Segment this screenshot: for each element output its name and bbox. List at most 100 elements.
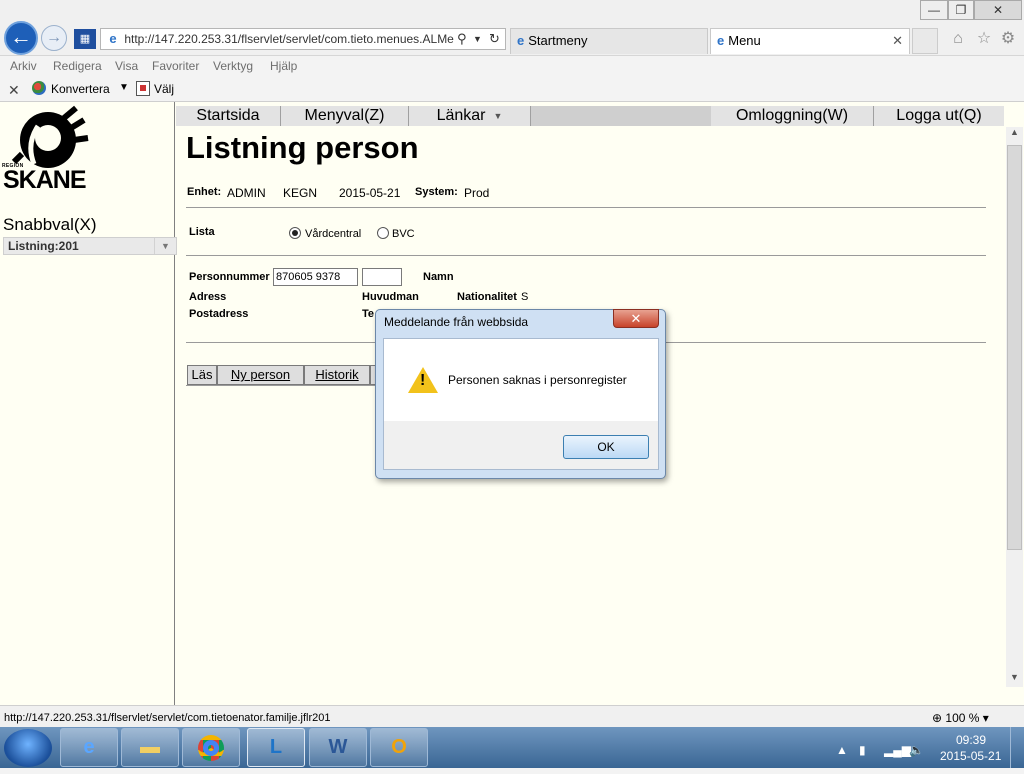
radio-bvc[interactable] bbox=[377, 227, 389, 239]
tray-expand-icon[interactable]: ▲ bbox=[836, 743, 848, 757]
dialog-message: Personen saknas i personregister bbox=[448, 373, 627, 387]
personnummer-input[interactable] bbox=[273, 268, 358, 286]
ie-taskbar-icon[interactable]: e bbox=[60, 728, 118, 767]
nationalitet-value: S bbox=[521, 291, 529, 303]
scrollbar-thumb[interactable] bbox=[1007, 145, 1022, 550]
arrow-left-icon: ← bbox=[10, 24, 32, 49]
menu-verktyg[interactable]: Verktyg bbox=[213, 59, 253, 73]
enhet-label: Enhet: bbox=[187, 186, 222, 198]
logo-text: SKANE bbox=[3, 166, 87, 194]
scroll-down-icon[interactable]: ▼ bbox=[1007, 672, 1022, 688]
network-icon[interactable]: ▂▄▆ bbox=[884, 743, 911, 757]
nav-omloggning[interactable]: Omloggning(W) bbox=[711, 106, 874, 126]
scroll-up-icon[interactable]: ▲ bbox=[1007, 127, 1022, 143]
close-icon[interactable]: ✕ bbox=[8, 82, 20, 99]
compatibility-icon[interactable]: ▦ bbox=[74, 29, 96, 49]
warning-mark-icon: ! bbox=[420, 372, 426, 389]
adress-label: Adress bbox=[189, 291, 227, 303]
show-desktop-button[interactable] bbox=[1010, 727, 1024, 768]
zoom-control[interactable]: ⊕ 100 % ▾ bbox=[932, 711, 989, 725]
tab-label: Startmeny bbox=[528, 33, 588, 48]
current-date: 2015-05-21 bbox=[339, 186, 401, 200]
nav-lankar[interactable]: Länkar ▼ bbox=[409, 106, 531, 126]
arrow-right-icon: → bbox=[46, 29, 62, 46]
personnummer-label: Personnummer bbox=[189, 271, 270, 283]
divider bbox=[186, 385, 376, 386]
start-button[interactable] bbox=[4, 729, 52, 767]
select-icon[interactable] bbox=[136, 81, 150, 96]
nav-startsida[interactable]: Startsida bbox=[176, 106, 281, 126]
chevron-down-icon[interactable]: ▼ bbox=[119, 82, 129, 93]
system-value: Prod bbox=[464, 186, 490, 200]
word-taskbar-icon[interactable]: W bbox=[309, 728, 367, 767]
maximize-button[interactable]: ❐ bbox=[948, 0, 974, 20]
home-icon[interactable]: ⌂ bbox=[948, 29, 968, 49]
lista-label: Lista bbox=[189, 226, 215, 238]
snabbval-select[interactable]: Listning:201 ▼ bbox=[3, 237, 177, 255]
enhet-code: KEGN bbox=[283, 186, 318, 200]
explorer-taskbar-icon[interactable]: ▬ bbox=[121, 728, 179, 767]
forward-button[interactable]: → bbox=[41, 25, 67, 51]
convert-icon[interactable] bbox=[32, 81, 46, 95]
system-label: System: bbox=[415, 186, 458, 198]
ie-icon: e bbox=[517, 33, 525, 48]
search-icon[interactable]: ⚲ bbox=[457, 29, 467, 49]
status-url: http://147.220.253.31/flservlet/servlet/… bbox=[4, 712, 331, 724]
tab-menu[interactable]: e Menu ✕ bbox=[710, 28, 910, 54]
dialog-title: Meddelande från webbsida bbox=[384, 315, 529, 329]
status-bar: http://147.220.253.31/flservlet/servlet/… bbox=[0, 705, 1024, 727]
refresh-icon[interactable]: ↻ bbox=[489, 29, 500, 49]
convert-button[interactable]: Konvertera bbox=[51, 82, 110, 96]
minimize-button[interactable]: — bbox=[920, 0, 948, 20]
ok-button[interactable]: OK bbox=[563, 435, 649, 459]
dropdown-icon[interactable]: ▼ bbox=[473, 29, 482, 49]
ny-person-button[interactable]: Ny person bbox=[217, 365, 304, 385]
snabbval-value: Listning:201 bbox=[8, 239, 79, 253]
dialog-close-button[interactable]: ✕ bbox=[613, 309, 659, 328]
nav-menyval[interactable]: Menyval(Z) bbox=[281, 106, 409, 126]
menu-arkiv[interactable]: Arkiv bbox=[10, 59, 37, 73]
historik-button[interactable]: Historik bbox=[304, 365, 370, 385]
las-button[interactable]: Läs bbox=[187, 365, 217, 385]
window-close-button[interactable]: ✕ bbox=[974, 0, 1022, 20]
radio-vardcentral-label[interactable]: Vårdcentral bbox=[305, 228, 361, 240]
volume-icon[interactable]: 🔈 bbox=[909, 743, 924, 757]
ie-icon: e bbox=[717, 33, 725, 48]
menu-hjalp[interactable]: Hjälp bbox=[270, 59, 297, 73]
nav-logga-ut[interactable]: Logga ut(Q) bbox=[874, 106, 1004, 126]
command-bar: ✕ Konvertera ▼ Välj bbox=[0, 78, 1024, 102]
clock-date[interactable]: 2015-05-21 bbox=[940, 749, 1001, 763]
nav-spacer bbox=[531, 106, 711, 126]
address-text: http://147.220.253.31/flservlet/servlet/… bbox=[124, 32, 454, 46]
chrome-taskbar-icon[interactable] bbox=[182, 728, 240, 767]
menu-visa[interactable]: Visa bbox=[115, 59, 138, 73]
new-tab-button[interactable] bbox=[912, 28, 938, 54]
clock-time[interactable]: 09:39 bbox=[956, 733, 986, 747]
menu-redigera[interactable]: Redigera bbox=[53, 59, 102, 73]
outlook-taskbar-icon[interactable]: O bbox=[370, 728, 428, 767]
huvudman-label: Huvudman bbox=[362, 291, 419, 303]
telefon-label: Te bbox=[362, 308, 375, 320]
star-icon[interactable]: ☆ bbox=[974, 29, 994, 49]
top-navigation: Startsida Menyval(Z) Länkar ▼ Omloggning(… bbox=[176, 106, 1004, 126]
page-title: Listning person bbox=[186, 130, 419, 165]
back-button[interactable]: ← bbox=[4, 21, 38, 55]
postadress-label: Postadress bbox=[189, 308, 249, 320]
lync-taskbar-icon[interactable]: L bbox=[247, 728, 305, 767]
personnummer-extra-input[interactable] bbox=[362, 268, 402, 286]
radio-vardcentral[interactable] bbox=[289, 227, 301, 239]
tab-startmeny[interactable]: e Startmeny bbox=[510, 28, 708, 54]
nationalitet-label: Nationalitet bbox=[457, 291, 517, 303]
address-bar[interactable]: e http://147.220.253.31/flservlet/servle… bbox=[100, 28, 506, 50]
zoom-value: 100 % bbox=[945, 711, 980, 725]
close-tab-icon[interactable]: ✕ bbox=[892, 29, 903, 53]
chevron-down-icon: ▼ bbox=[493, 111, 503, 121]
action-center-icon[interactable]: ▮ bbox=[859, 743, 866, 757]
snabbval-label: Snabbval(X) bbox=[3, 215, 97, 234]
select-button[interactable]: Välj bbox=[154, 82, 174, 96]
chevron-down-icon[interactable]: ▼ bbox=[154, 238, 176, 254]
divider bbox=[186, 255, 986, 256]
radio-bvc-label[interactable]: BVC bbox=[392, 228, 415, 240]
menu-favoriter[interactable]: Favoriter bbox=[152, 59, 199, 73]
gear-icon[interactable]: ⚙ bbox=[998, 29, 1018, 49]
